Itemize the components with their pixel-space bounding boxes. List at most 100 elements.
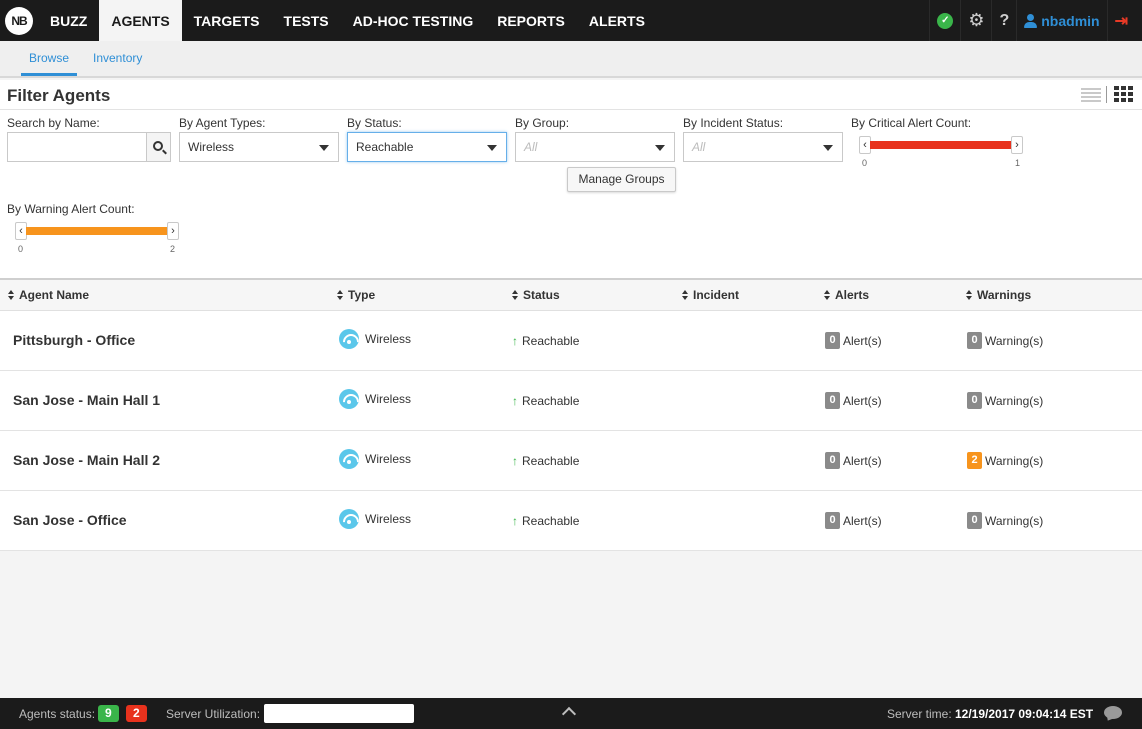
logout-button[interactable]: ⇥ [1106, 0, 1142, 41]
column-header-status[interactable]: Status [512, 280, 560, 310]
gear-icon: ⚙ [968, 10, 985, 30]
nav-right-tools: ✓ ⚙ ? nbadmin ⇥ [929, 0, 1142, 41]
agent-name[interactable]: San Jose - Office [13, 512, 127, 528]
sub-nav: Browse Inventory [0, 41, 1142, 78]
search-icon [152, 141, 163, 151]
warning-alert-count-label: By Warning Alert Count: [7, 202, 135, 216]
system-status-button[interactable]: ✓ [929, 0, 960, 41]
table-row[interactable]: San Jose - Main Hall 2 Wireless ↑ Reachab… [0, 431, 1142, 491]
agent-type: Wireless [339, 509, 411, 529]
alerts-count: 0 Alert(s) [825, 512, 882, 529]
server-time-label: Server time: [887, 707, 952, 721]
sort-icon [824, 290, 831, 300]
tab-inventory[interactable]: Inventory [93, 41, 142, 76]
agent-name[interactable]: San Jose - Main Hall 1 [13, 392, 160, 408]
agent-name[interactable]: Pittsburgh - Office [13, 332, 135, 348]
filter-title: Filter Agents [7, 86, 111, 105]
help-button[interactable]: ? [991, 0, 1016, 41]
column-header-incident[interactable]: Incident [682, 280, 739, 310]
agents-up-badge[interactable]: 9 [98, 705, 119, 722]
agent-name[interactable]: San Jose - Main Hall 2 [13, 452, 160, 468]
critical-range-bar [870, 141, 1012, 149]
status-select[interactable]: Reachable [347, 132, 507, 162]
warning-range-bar [26, 227, 168, 235]
group-select-placeholder: All [524, 140, 538, 154]
group-filter-label: By Group: [515, 116, 570, 130]
chevron-up-icon[interactable] [561, 706, 577, 722]
slider-max-handle[interactable]: › [1011, 136, 1023, 154]
agent-types-label: By Agent Types: [179, 116, 266, 130]
user-menu[interactable]: nbadmin [1016, 0, 1106, 41]
status-select-value: Reachable [356, 140, 414, 154]
warnings-badge: 0 [967, 392, 982, 409]
help-icon: ? [999, 11, 1010, 29]
alerts-badge: 0 [825, 452, 840, 469]
wifi-icon [339, 389, 359, 409]
settings-button[interactable]: ⚙ [960, 0, 991, 41]
caret-down-icon [319, 145, 329, 151]
incident-status-select[interactable]: All [683, 132, 843, 162]
sort-icon [682, 290, 689, 300]
column-header-alerts[interactable]: Alerts [824, 280, 869, 310]
search-label: Search by Name: [7, 116, 100, 130]
nav-ad-hoc-testing[interactable]: AD-HOC TESTING [341, 0, 486, 41]
sort-icon [512, 290, 519, 300]
alerts-count: 0 Alert(s) [825, 392, 882, 409]
wifi-icon [339, 509, 359, 529]
list-view-icon[interactable] [1081, 86, 1101, 102]
nb-logo[interactable]: NB [5, 7, 33, 35]
arrow-up-icon: ↑ [512, 454, 518, 468]
warnings-count: 2 Warning(s) [967, 452, 1043, 469]
nav-tests[interactable]: TESTS [272, 0, 341, 41]
manage-groups-button[interactable]: Manage Groups [567, 167, 676, 192]
grid-view-icon[interactable] [1114, 86, 1134, 102]
table-row[interactable]: San Jose - Office Wireless ↑ Reachable 0A… [0, 491, 1142, 551]
alerts-count: 0 Alert(s) [825, 452, 882, 469]
agents-down-badge[interactable]: 2 [126, 705, 147, 722]
critical-alert-count-slider[interactable]: ‹ › 0 1 [859, 136, 1024, 168]
agent-status: ↑ Reachable [512, 514, 580, 528]
title-divider [0, 109, 1142, 110]
server-utilization-label: Server Utilization: [166, 707, 261, 721]
search-button[interactable] [146, 132, 171, 162]
alerts-badge: 0 [825, 392, 840, 409]
warnings-badge: 2 [967, 452, 982, 469]
critical-alert-count-label: By Critical Alert Count: [851, 116, 972, 130]
caret-down-icon [823, 145, 833, 151]
warning-alert-count-slider[interactable]: ‹ › 0 2 [15, 222, 180, 254]
column-header-type[interactable]: Type [337, 280, 375, 310]
top-nav: NB BUZZ AGENTS TARGETS TESTS AD-HOC TEST… [0, 0, 1142, 41]
group-select[interactable]: All [515, 132, 675, 162]
alerts-badge: 0 [825, 332, 840, 349]
tab-browse[interactable]: Browse [21, 41, 77, 76]
slider-max-label: 2 [170, 244, 176, 254]
caret-down-icon [655, 145, 665, 151]
nav-agents[interactable]: AGENTS [99, 0, 182, 41]
sort-icon [337, 290, 344, 300]
nav-reports[interactable]: REPORTS [485, 0, 577, 41]
search-input[interactable] [7, 132, 147, 162]
chat-icon[interactable] [1104, 706, 1122, 719]
column-header-agent-name[interactable]: Agent Name [8, 280, 89, 310]
server-time-value: 12/19/2017 09:04:14 EST [955, 707, 1094, 721]
caret-down-icon [487, 145, 497, 151]
column-header-warnings[interactable]: Warnings [966, 280, 1031, 310]
agents-table: Agent Name Type Status Incident Alerts W… [0, 280, 1142, 551]
check-circle-icon: ✓ [937, 12, 954, 29]
warnings-badge: 0 [967, 332, 982, 349]
sort-icon [8, 290, 15, 300]
table-row[interactable]: Pittsburgh - Office Wireless ↑ Reachable … [0, 311, 1142, 371]
agent-status: ↑ Reachable [512, 334, 580, 348]
alerts-badge: 0 [825, 512, 840, 529]
warnings-count: 0 Warning(s) [967, 512, 1043, 529]
nav-targets[interactable]: TARGETS [182, 0, 272, 41]
arrow-up-icon: ↑ [512, 334, 518, 348]
agent-types-value: Wireless [188, 140, 235, 154]
nav-buzz[interactable]: BUZZ [38, 0, 99, 41]
nav-alerts[interactable]: ALERTS [577, 0, 657, 41]
status-filter-label: By Status: [347, 116, 402, 130]
table-row[interactable]: San Jose - Main Hall 1 Wireless ↑ Reachab… [0, 371, 1142, 431]
alerts-count: 0 Alert(s) [825, 332, 882, 349]
slider-max-handle[interactable]: › [167, 222, 179, 240]
agent-types-select[interactable]: Wireless [179, 132, 339, 162]
